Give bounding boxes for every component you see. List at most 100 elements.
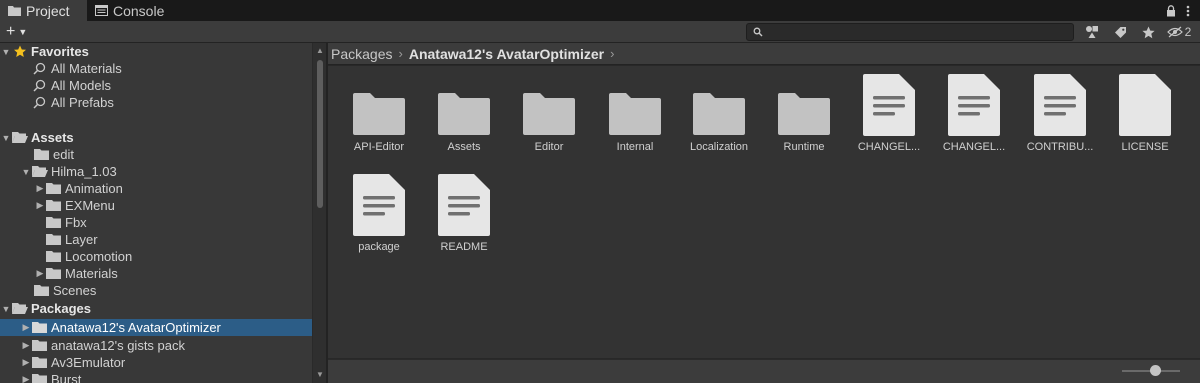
- tree-item-layer[interactable]: Layer: [0, 231, 312, 248]
- window-tab-bar: Project Console: [0, 0, 1200, 21]
- folder-open-icon: [12, 303, 28, 314]
- shapes-icon: [1086, 26, 1098, 38]
- tree-label: Favorites: [31, 44, 89, 59]
- tree-scrollbar[interactable]: ▲ ▼: [312, 43, 326, 383]
- folder-icon: [32, 374, 47, 383]
- search-by-type-button[interactable]: [1080, 23, 1104, 41]
- tree-item-all-prefabs[interactable]: All Prefabs: [0, 94, 312, 111]
- breadcrumb-packages[interactable]: Packages: [331, 46, 392, 62]
- tab-console[interactable]: Console: [87, 0, 172, 21]
- expand-arrow-icon[interactable]: ▶: [20, 374, 32, 383]
- asset-label: LICENSE: [1121, 141, 1169, 153]
- expand-arrow-icon[interactable]: ▶: [34, 200, 46, 211]
- asset-item[interactable]: CHANGEL...: [846, 74, 932, 164]
- tree-item-hilma[interactable]: ▼ Hilma_1.03: [0, 163, 312, 180]
- tree-label: Burst: [51, 372, 82, 383]
- project-folder-tree: ▼ Favorites All Materials All Models All…: [0, 43, 326, 383]
- folder-open-icon: [12, 132, 28, 143]
- folder-icon: [438, 93, 490, 135]
- tree-item-scenes[interactable]: Scenes: [0, 282, 312, 299]
- expand-arrow-icon[interactable]: ▼: [0, 304, 12, 314]
- tree-item-packages[interactable]: ▼ Packages: [0, 300, 312, 317]
- tree-label: Scenes: [53, 283, 97, 298]
- tree-label: Anatawa12's AvatarOptimizer: [51, 320, 221, 335]
- tree-label: All Models: [51, 78, 111, 93]
- asset-item[interactable]: CONTRIBU...: [1017, 74, 1103, 164]
- asset-item[interactable]: Editor: [506, 74, 592, 164]
- tree-item-locomotion[interactable]: Locomotion: [0, 248, 312, 265]
- tree-item-av3emulator[interactable]: ▶ Av3Emulator: [0, 354, 312, 371]
- folder-icon: [34, 149, 49, 160]
- tree-item-avatar-optimizer[interactable]: ▶ Anatawa12's AvatarOptimizer: [0, 319, 312, 336]
- tree-label: Locomotion: [65, 249, 133, 264]
- text-file-icon: [353, 174, 405, 236]
- scroll-up-icon[interactable]: ▲: [316, 46, 324, 55]
- asset-item[interactable]: Assets: [421, 74, 507, 164]
- lock-icon[interactable]: [1166, 4, 1176, 17]
- tab-project-label: Project: [26, 2, 70, 19]
- search-icon: [33, 96, 46, 109]
- search-icon: [33, 79, 46, 92]
- folder-icon: [32, 340, 47, 351]
- asset-label: API-Editor: [353, 141, 405, 153]
- tree-item-burst[interactable]: ▶ Burst: [0, 371, 312, 383]
- expand-arrow-icon[interactable]: ▶: [20, 322, 32, 333]
- folder-open-icon: [32, 166, 48, 177]
- thumbnail-size-slider-handle[interactable]: [1150, 365, 1161, 376]
- save-search-button[interactable]: [1136, 23, 1160, 41]
- asset-label: Localization: [689, 141, 749, 153]
- folder-icon: [46, 200, 61, 211]
- tree-item-edit[interactable]: edit: [0, 146, 312, 163]
- tree-label: Fbx: [65, 215, 87, 230]
- folder-icon: [523, 93, 575, 135]
- asset-item[interactable]: README: [421, 174, 507, 264]
- expand-arrow-icon[interactable]: ▼: [20, 167, 32, 177]
- status-bar: [328, 359, 1200, 383]
- star-icon: [1141, 26, 1155, 38]
- tree-item-fbx[interactable]: Fbx: [0, 214, 312, 231]
- create-dropdown-button[interactable]: + ▼: [0, 23, 27, 41]
- asset-label: package: [358, 241, 400, 253]
- tree-item-favorites[interactable]: ▼ Favorites: [0, 43, 312, 60]
- tree-item-materials[interactable]: ▶ Materials: [0, 265, 312, 282]
- asset-item[interactable]: package: [336, 174, 422, 264]
- expand-arrow-icon[interactable]: ▶: [20, 340, 32, 351]
- tree-item-gists-pack[interactable]: ▶ anatawa12's gists pack: [0, 337, 312, 354]
- asset-item[interactable]: Internal: [592, 74, 678, 164]
- asset-item[interactable]: Runtime: [761, 74, 847, 164]
- asset-item[interactable]: Localization: [676, 74, 762, 164]
- tree-item-all-models[interactable]: All Models: [0, 77, 312, 94]
- hidden-packages-toggle[interactable]: 2: [1164, 23, 1194, 41]
- expand-arrow-icon[interactable]: ▶: [34, 183, 46, 194]
- expand-arrow-icon[interactable]: ▼: [0, 47, 12, 57]
- scroll-down-icon[interactable]: ▼: [316, 370, 324, 379]
- tree-item-all-materials[interactable]: All Materials: [0, 60, 312, 77]
- tree-item-assets[interactable]: ▼ Assets: [0, 129, 312, 146]
- asset-item[interactable]: LICENSE: [1102, 74, 1188, 164]
- tag-icon: [1114, 26, 1126, 38]
- plus-icon: +: [6, 22, 16, 40]
- tree-item-animation[interactable]: ▶ Animation: [0, 180, 312, 197]
- chevron-right-icon[interactable]: ›: [610, 46, 614, 61]
- expand-arrow-icon[interactable]: ▶: [34, 268, 46, 279]
- more-options-icon[interactable]: [1186, 5, 1190, 17]
- scroll-thumb[interactable]: [317, 60, 323, 208]
- breadcrumb-current[interactable]: Anatawa12's AvatarOptimizer: [409, 46, 604, 62]
- tab-project[interactable]: Project: [0, 0, 87, 21]
- search-input[interactable]: [746, 23, 1074, 41]
- folder-icon: [46, 234, 61, 245]
- tree-label: EXMenu: [65, 198, 115, 213]
- expand-arrow-icon[interactable]: ▶: [20, 357, 32, 368]
- hidden-count: 2: [1184, 25, 1192, 39]
- tree-label: Layer: [65, 232, 98, 247]
- chevron-right-icon: ›: [398, 46, 403, 61]
- asset-item[interactable]: CHANGEL...: [931, 74, 1017, 164]
- tree-item-exmenu[interactable]: ▶ EXMenu: [0, 197, 312, 214]
- tree-label: Packages: [31, 301, 91, 316]
- asset-item[interactable]: API-Editor: [336, 74, 422, 164]
- star-icon: [14, 45, 26, 57]
- asset-label: Editor: [534, 141, 564, 153]
- search-by-label-button[interactable]: [1108, 23, 1132, 41]
- expand-arrow-icon[interactable]: ▼: [0, 133, 12, 143]
- breadcrumb: Packages › Anatawa12's AvatarOptimizer ›: [328, 43, 1200, 65]
